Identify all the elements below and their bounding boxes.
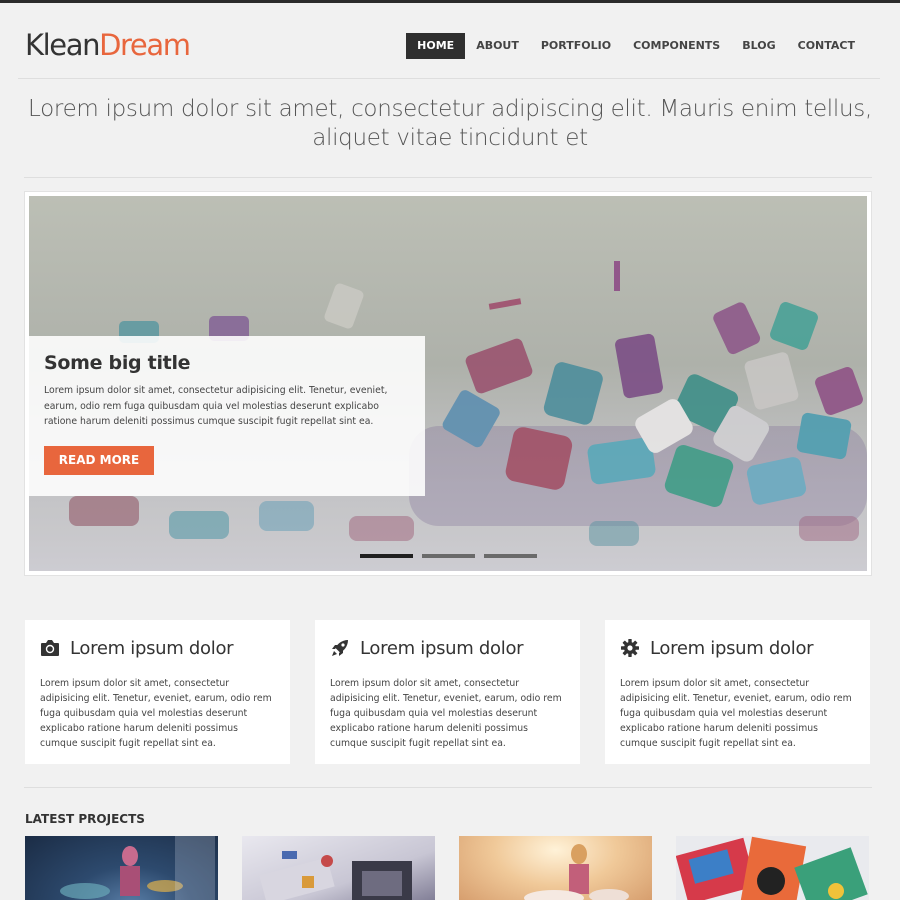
project-thumbnail-1[interactable] xyxy=(25,836,218,900)
feature-card-2: Lorem ipsum dolor Lorem ipsum dolor sit … xyxy=(315,620,580,764)
nav-home[interactable]: HOME xyxy=(406,33,466,59)
project-image xyxy=(60,836,215,900)
rocket-icon xyxy=(332,640,348,656)
gear-icon xyxy=(621,639,639,657)
feature-text: Lorem ipsum dolor sit amet, consectetur … xyxy=(330,678,562,749)
slide-title: Some big title xyxy=(44,352,191,374)
feature-card-3: Lorem ipsum dolor Lorem ipsum dolor sit … xyxy=(605,620,870,764)
logo[interactable]: KleanDream xyxy=(25,28,191,62)
divider xyxy=(24,177,872,178)
project-image xyxy=(676,836,868,900)
feature-title: Lorem ipsum dolor xyxy=(650,637,814,659)
hero-slider: Some big title Lorem ipsum dolor sit ame… xyxy=(24,191,872,576)
nav-contact[interactable]: CONTACT xyxy=(787,33,866,59)
nav-about[interactable]: ABOUT xyxy=(465,33,530,59)
nav-blog[interactable]: BLOG xyxy=(731,33,786,59)
main-nav: HOME ABOUT PORTFOLIO COMPONENTS BLOG CON… xyxy=(406,33,866,59)
nav-components[interactable]: COMPONENTS xyxy=(622,33,731,59)
project-thumbnail-4[interactable] xyxy=(676,836,869,900)
logo-text-klean: Klean xyxy=(25,28,100,62)
feature-title: Lorem ipsum dolor xyxy=(360,637,524,659)
logo-text-dream: Dream xyxy=(99,28,191,62)
section-title-latest-projects: LATEST PROJECTS xyxy=(25,812,145,826)
camera-icon xyxy=(41,640,59,656)
slider-dot-1[interactable] xyxy=(360,554,413,558)
project-image xyxy=(259,851,412,900)
feature-card-1: Lorem ipsum dolor Lorem ipsum dolor sit … xyxy=(25,620,290,764)
nav-portfolio[interactable]: PORTFOLIO xyxy=(530,33,622,59)
slide-text: Lorem ipsum dolor sit amet, consectetur … xyxy=(44,385,388,427)
feature-text: Lorem ipsum dolor sit amet, consectetur … xyxy=(40,678,272,749)
site-header: KleanDream HOME ABOUT PORTFOLIO COMPONEN… xyxy=(18,3,880,79)
feature-title: Lorem ipsum dolor xyxy=(70,637,234,659)
divider xyxy=(24,787,872,788)
slider-dot-3[interactable] xyxy=(484,554,537,558)
slider-pagination xyxy=(360,554,537,558)
project-thumbnail-3[interactable] xyxy=(459,836,652,900)
slide-caption: Some big title Lorem ipsum dolor sit ame… xyxy=(29,336,425,496)
project-thumbnail-2[interactable] xyxy=(242,836,435,900)
slider-dot-2[interactable] xyxy=(422,554,475,558)
tagline: Lorem ipsum dolor sit amet, consectetur … xyxy=(28,96,872,151)
project-image xyxy=(524,844,629,900)
read-more-button[interactable]: READ MORE xyxy=(44,445,154,475)
feature-text: Lorem ipsum dolor sit amet, consectetur … xyxy=(620,678,852,749)
slide-image: Some big title Lorem ipsum dolor sit ame… xyxy=(29,196,867,571)
